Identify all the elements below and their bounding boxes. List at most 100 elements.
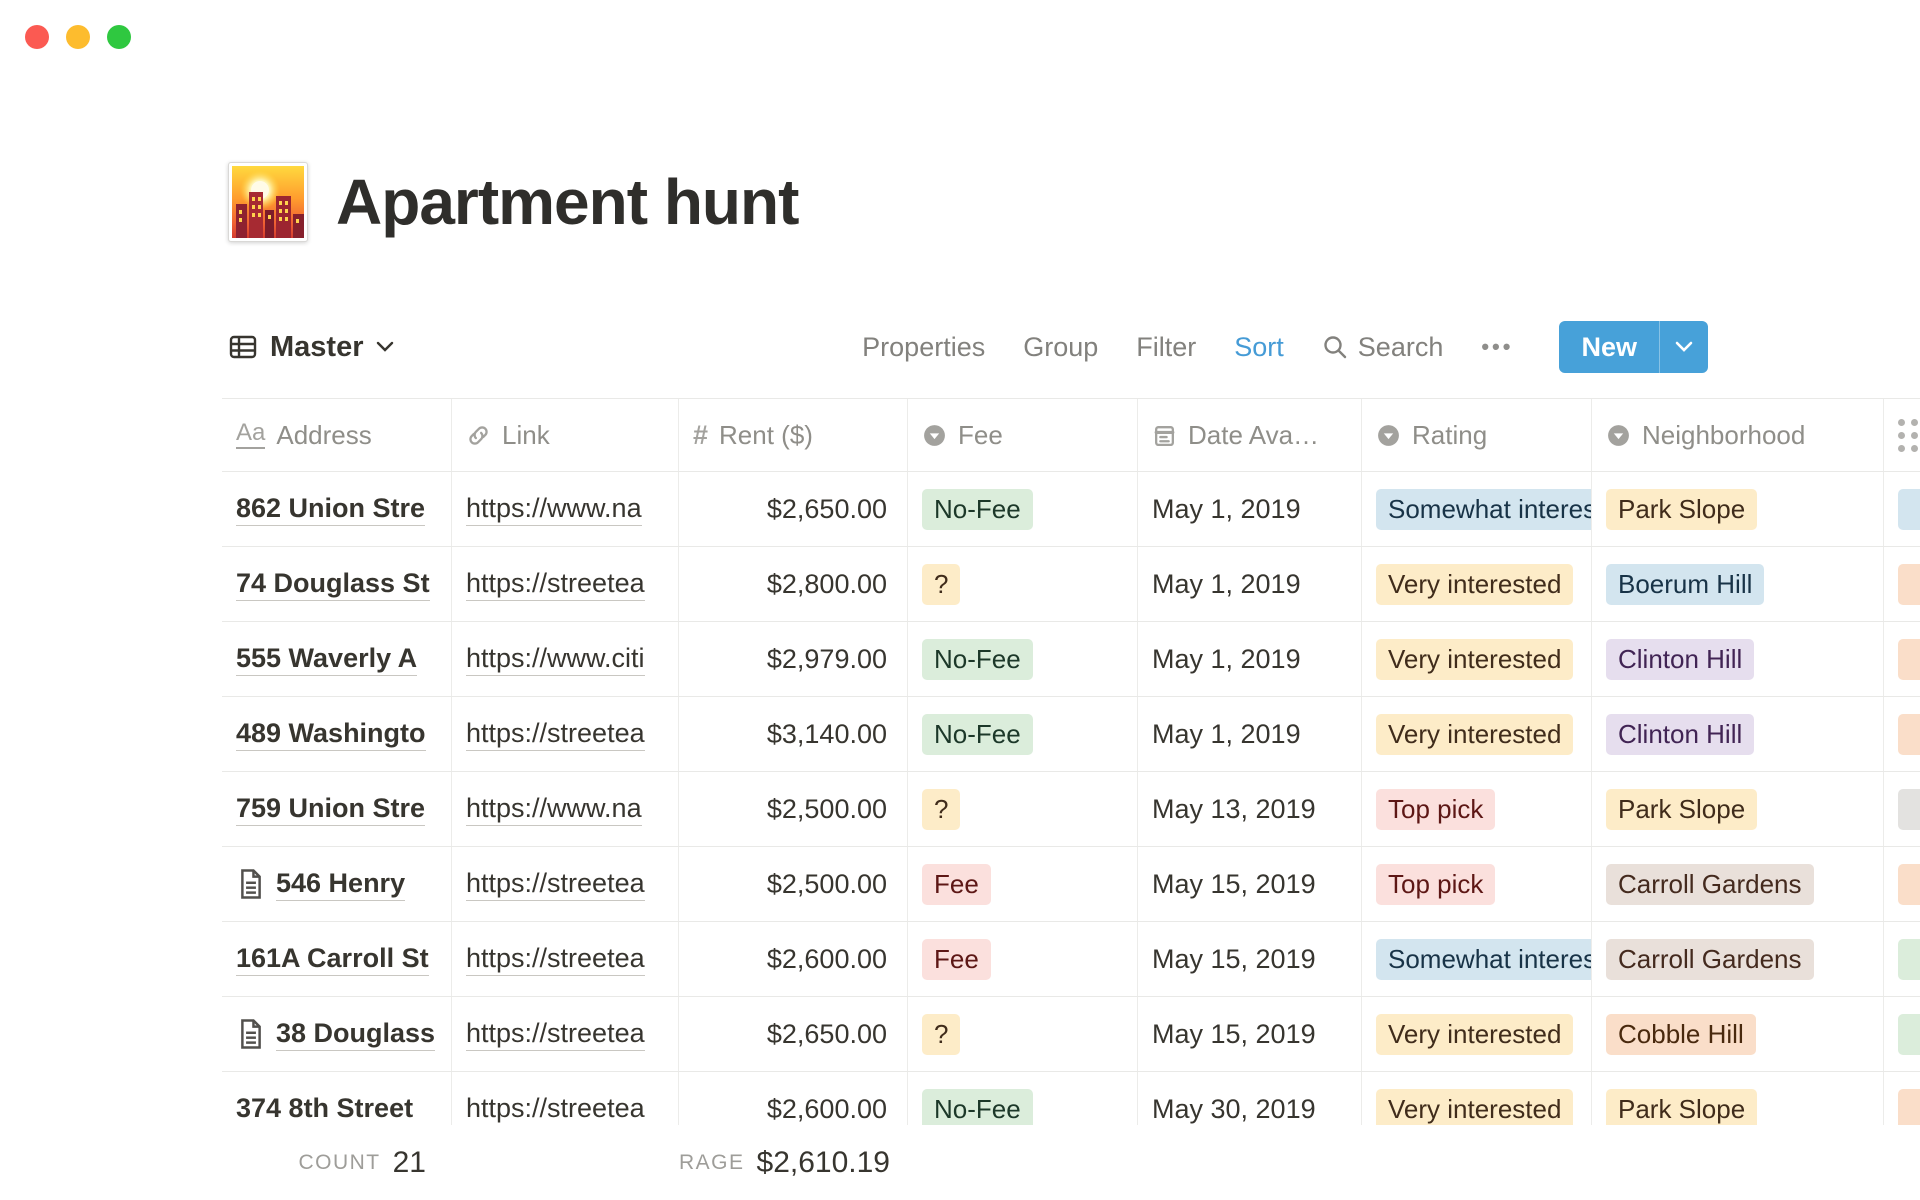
cell-link[interactable]: https://www.na <box>452 472 679 546</box>
cell-address[interactable]: 489 Washingto <box>222 697 452 771</box>
table-row[interactable]: 161A Carroll St https://streetea $2,600.… <box>222 922 1920 997</box>
cell-fee[interactable]: Fee <box>908 847 1138 921</box>
cell-neighborhood[interactable]: Carroll Gardens <box>1592 847 1884 921</box>
properties-button[interactable]: Properties <box>862 332 985 363</box>
minimize-window-button[interactable] <box>66 25 90 49</box>
cell-date-available[interactable]: May 15, 2019 <box>1138 922 1362 996</box>
average-aggregate[interactable]: AVERAGE $2,610.19 <box>679 1125 908 1200</box>
table-row[interactable]: 38 Douglass https://streetea $2,650.00 ?… <box>222 997 1920 1072</box>
cell-fee[interactable]: No-Fee <box>908 622 1138 696</box>
cell-rating[interactable]: Very interested <box>1362 547 1592 621</box>
page-title[interactable]: Apartment hunt <box>336 165 798 239</box>
cell-date-available[interactable]: May 1, 2019 <box>1138 697 1362 771</box>
cell-date-available[interactable]: May 1, 2019 <box>1138 547 1362 621</box>
cell-neighborhood[interactable]: Park Slope <box>1592 772 1884 846</box>
close-window-button[interactable] <box>25 25 49 49</box>
cell-rating[interactable]: Very interested <box>1362 997 1592 1071</box>
column-header-fee[interactable]: Fee <box>908 399 1138 471</box>
table-row[interactable]: 74 Douglass St https://streetea $2,800.0… <box>222 547 1920 622</box>
table-row[interactable]: 489 Washingto https://streetea $3,140.00… <box>222 697 1920 772</box>
cell-address[interactable]: 161A Carroll St <box>222 922 452 996</box>
cell-neighborhood[interactable]: Carroll Gardens <box>1592 922 1884 996</box>
cell-address[interactable]: 555 Waverly A <box>222 622 452 696</box>
cell-neighborhood[interactable]: Cobble Hill <box>1592 997 1884 1071</box>
cell-clipped[interactable] <box>1884 922 1920 996</box>
table-row[interactable]: 759 Union Stre https://www.na $2,500.00 … <box>222 772 1920 847</box>
column-header-address[interactable]: Aa Address <box>222 399 452 471</box>
cell-link[interactable]: https://www.citi <box>452 622 679 696</box>
cell-rent[interactable]: $2,600.00 <box>679 922 908 996</box>
page-header: Apartment hunt <box>228 150 798 254</box>
column-header-date-available[interactable]: Date Ava… <box>1138 399 1362 471</box>
cell-rent[interactable]: $2,800.00 <box>679 547 908 621</box>
column-header-link[interactable]: Link <box>452 399 679 471</box>
cell-address[interactable]: 38 Douglass <box>222 997 452 1071</box>
cell-fee[interactable]: No-Fee <box>908 472 1138 546</box>
cell-link[interactable]: https://www.na <box>452 772 679 846</box>
column-header-neighborhood[interactable]: Neighborhood <box>1592 399 1884 471</box>
cell-rent[interactable]: $2,500.00 <box>679 847 908 921</box>
cell-rating[interactable]: Top pick <box>1362 847 1592 921</box>
table-row[interactable]: 546 Henry https://streetea $2,500.00 Fee… <box>222 847 1920 922</box>
cell-clipped[interactable] <box>1884 847 1920 921</box>
cell-rent[interactable]: $2,500.00 <box>679 772 908 846</box>
column-header-rating[interactable]: Rating <box>1362 399 1592 471</box>
cell-date-available[interactable]: May 13, 2019 <box>1138 772 1362 846</box>
cell-fee[interactable]: Fee <box>908 922 1138 996</box>
filter-button[interactable]: Filter <box>1136 332 1196 363</box>
new-button-label: New <box>1559 321 1659 373</box>
cell-fee[interactable]: No-Fee <box>908 697 1138 771</box>
new-button-chevron-down-icon[interactable] <box>1660 321 1708 373</box>
zoom-window-button[interactable] <box>107 25 131 49</box>
cell-fee[interactable]: ? <box>908 997 1138 1071</box>
cell-rating[interactable]: Very interested <box>1362 622 1592 696</box>
cell-date-available[interactable]: May 15, 2019 <box>1138 997 1362 1071</box>
cell-clipped[interactable] <box>1884 772 1920 846</box>
cell-rating[interactable]: Top pick <box>1362 772 1592 846</box>
cell-link[interactable]: https://streetea <box>452 697 679 771</box>
column-header-rent[interactable]: # Rent ($) <box>679 399 908 471</box>
cell-date-available[interactable]: May 1, 2019 <box>1138 472 1362 546</box>
cell-clipped[interactable] <box>1884 622 1920 696</box>
cell-neighborhood[interactable]: Clinton Hill <box>1592 697 1884 771</box>
cell-clipped[interactable] <box>1884 697 1920 771</box>
cell-neighborhood[interactable]: Clinton Hill <box>1592 622 1884 696</box>
url-property-icon <box>466 423 491 448</box>
cell-rent[interactable]: $2,650.00 <box>679 472 908 546</box>
cell-rent[interactable]: $2,650.00 <box>679 997 908 1071</box>
cell-fee[interactable]: ? <box>908 547 1138 621</box>
cell-fee[interactable]: ? <box>908 772 1138 846</box>
cell-rating[interactable]: Somewhat interested <box>1362 922 1592 996</box>
cell-neighborhood[interactable]: Park Slope <box>1592 472 1884 546</box>
table-row[interactable]: 862 Union Stre https://www.na $2,650.00 … <box>222 472 1920 547</box>
cell-date-available[interactable]: May 1, 2019 <box>1138 622 1362 696</box>
count-label: COUNT <box>298 1151 380 1175</box>
cell-clipped[interactable] <box>1884 547 1920 621</box>
cell-address[interactable]: 759 Union Stre <box>222 772 452 846</box>
group-button[interactable]: Group <box>1023 332 1098 363</box>
search-button[interactable]: Search <box>1322 332 1444 363</box>
more-options-button[interactable]: ••• <box>1481 334 1513 360</box>
cell-address[interactable]: 862 Union Stre <box>222 472 452 546</box>
cell-link[interactable]: https://streetea <box>452 547 679 621</box>
view-selector[interactable]: Master <box>228 331 394 364</box>
cell-neighborhood[interactable]: Boerum Hill <box>1592 547 1884 621</box>
cell-rent[interactable]: $3,140.00 <box>679 697 908 771</box>
column-header-clipped[interactable] <box>1884 399 1920 471</box>
cell-clipped[interactable] <box>1884 997 1920 1071</box>
sort-button[interactable]: Sort <box>1234 332 1284 363</box>
count-aggregate[interactable]: COUNT 21 <box>222 1125 452 1200</box>
cell-address[interactable]: 74 Douglass St <box>222 547 452 621</box>
new-button[interactable]: New <box>1559 321 1708 373</box>
cell-link[interactable]: https://streetea <box>452 922 679 996</box>
cell-rating[interactable]: Very interested <box>1362 697 1592 771</box>
cell-rating[interactable]: Somewhat interested <box>1362 472 1592 546</box>
cell-date-available[interactable]: May 15, 2019 <box>1138 847 1362 921</box>
cell-rent[interactable]: $2,979.00 <box>679 622 908 696</box>
table-row[interactable]: 555 Waverly A https://www.citi $2,979.00… <box>222 622 1920 697</box>
sunset-city-icon[interactable] <box>228 162 308 242</box>
cell-clipped[interactable] <box>1884 472 1920 546</box>
cell-address[interactable]: 546 Henry <box>222 847 452 921</box>
cell-link[interactable]: https://streetea <box>452 847 679 921</box>
cell-link[interactable]: https://streetea <box>452 997 679 1071</box>
